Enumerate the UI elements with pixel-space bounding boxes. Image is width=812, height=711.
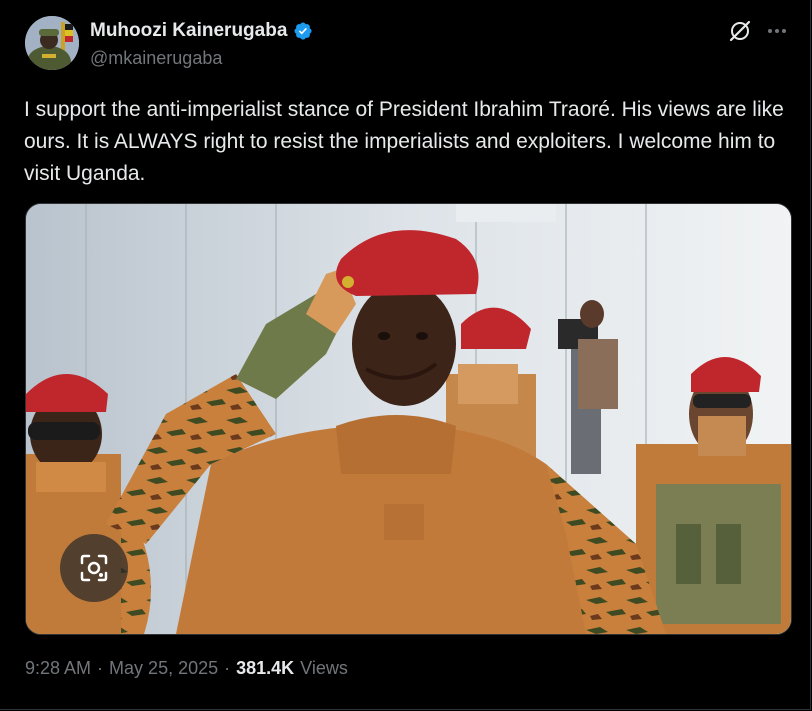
verified-badge-icon bbox=[294, 22, 312, 40]
tweet-photo[interactable] bbox=[25, 203, 792, 635]
author-handle[interactable]: @mkainerugaba bbox=[90, 48, 222, 69]
meta-separator: · bbox=[97, 658, 104, 678]
author-display-name[interactable]: Muhoozi Kainerugaba bbox=[90, 20, 287, 42]
tweet-time[interactable]: 9:28 AM bbox=[25, 658, 91, 679]
more-dots-icon[interactable] bbox=[764, 18, 790, 44]
visual-search-icon bbox=[80, 554, 108, 582]
views-count[interactable]: 381.4K bbox=[236, 658, 294, 679]
photo-content bbox=[26, 204, 791, 634]
tweet-date[interactable]: May 25, 2025 bbox=[109, 658, 218, 679]
views-label: Views bbox=[300, 658, 348, 678]
tweet-text: I support the anti-imperialist stance of… bbox=[24, 98, 784, 185]
author-avatar[interactable] bbox=[25, 16, 79, 70]
meta-separator: · bbox=[224, 658, 231, 678]
visual-search-button[interactable] bbox=[60, 534, 128, 602]
tweet-meta: 9:28 AM · May 25, 2025 · 381.4K Views bbox=[25, 658, 348, 679]
grok-icon[interactable] bbox=[727, 18, 753, 44]
tweet-card: Muhoozi Kainerugaba @mkainerugaba I supp… bbox=[0, 0, 811, 710]
